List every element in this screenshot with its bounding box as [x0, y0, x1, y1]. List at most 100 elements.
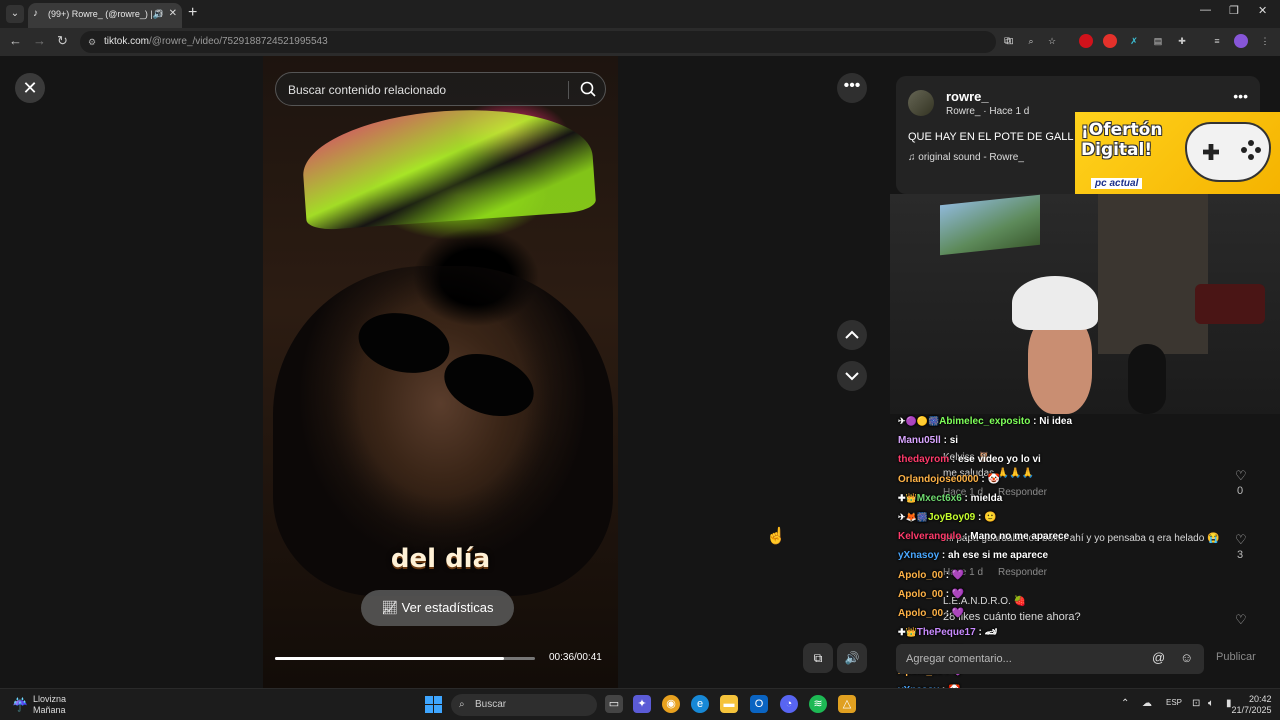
- browser-menu-icon[interactable]: ⋮: [1258, 34, 1272, 48]
- weather-widget[interactable]: Llovizna Mañana: [33, 694, 66, 716]
- related-search-input[interactable]: [288, 80, 558, 100]
- volume-icon[interactable]: 🔈︎: [1208, 698, 1214, 709]
- chat-separator: :: [949, 454, 959, 465]
- windows-start-icon[interactable]: [425, 696, 442, 713]
- address-bar[interactable]: ⚙ tiktok.com/@rowre_/video/7529188724521…: [80, 31, 1011, 53]
- close-window-icon[interactable]: ✕: [1258, 4, 1267, 17]
- back-arrow-icon[interactable]: ←: [9, 33, 22, 48]
- spotify-icon[interactable]: ≋: [809, 695, 827, 713]
- extensions-puzzle-icon[interactable]: ✚: [1175, 34, 1189, 48]
- ad-brand-logo: pc actual: [1091, 178, 1143, 189]
- volume-button[interactable]: 🔊: [837, 643, 867, 673]
- chat-message: thedayrom : ese video yo lo vi: [898, 454, 1041, 465]
- new-tab-button[interactable]: +: [188, 3, 197, 23]
- tab-close-icon[interactable]: ✕: [169, 3, 177, 25]
- chat-username[interactable]: Manu05ll: [898, 435, 941, 446]
- tab-search-menu-icon[interactable]: ⌄: [6, 5, 24, 23]
- browser-tab[interactable]: ♪ (99+) Rowre_ (@rowre_) | Ti 🔊 ✕: [28, 3, 182, 28]
- weather-rain-icon[interactable]: ☔: [12, 697, 28, 713]
- chat-text: ese video yo lo vi: [958, 454, 1041, 465]
- app-triangle-icon[interactable]: △: [838, 695, 856, 713]
- keyboard-language[interactable]: ESP: [1166, 698, 1182, 707]
- related-search-bar[interactable]: [275, 72, 606, 106]
- copilot-icon[interactable]: ✦: [633, 695, 651, 713]
- chat-username[interactable]: Apolo_00: [898, 589, 943, 600]
- search-icon[interactable]: [578, 79, 598, 99]
- chat-separator: :: [943, 589, 952, 600]
- comment-like-heart-icon[interactable]: ♡: [1235, 612, 1247, 628]
- comment-like-heart-icon[interactable]: ♡: [1235, 468, 1247, 484]
- minimize-window-icon[interactable]: —: [1200, 4, 1211, 16]
- outlook-icon[interactable]: O: [750, 695, 768, 713]
- chat-separator: :: [961, 493, 971, 504]
- chat-username[interactable]: Mxect6x6: [917, 493, 962, 504]
- reload-icon[interactable]: ↻: [57, 33, 68, 49]
- floating-player-button[interactable]: ⧉: [803, 643, 833, 673]
- view-stats-button[interactable]: 📈︎ Ver estadísticas: [361, 590, 514, 626]
- more-options-button[interactable]: •••: [837, 73, 867, 103]
- file-explorer-icon[interactable]: ▬: [720, 695, 738, 713]
- chat-text: 💜: [951, 570, 965, 581]
- comment-input-box[interactable]: @ ☺: [896, 644, 1204, 674]
- chat-username[interactable]: ThePeque17: [917, 627, 976, 638]
- extension-basket-icon[interactable]: ▤: [1151, 34, 1165, 48]
- author-avatar[interactable]: [908, 90, 934, 116]
- chat-text: Ni idea: [1039, 416, 1073, 427]
- discord-icon[interactable]: ◔: [780, 695, 798, 713]
- task-view-icon[interactable]: ▭: [605, 695, 623, 713]
- close-video-button[interactable]: ✕: [15, 73, 45, 103]
- extension-record-icon[interactable]: [1103, 34, 1117, 48]
- chat-username[interactable]: yXnasoy: [898, 550, 939, 561]
- edge-icon[interactable]: e: [691, 695, 709, 713]
- chat-username[interactable]: Apolo_00: [898, 570, 943, 581]
- webcam-microphone: [1128, 344, 1166, 414]
- chat-message: ✈🟣🟡🎆Abimelec_exposito : Ni idea: [898, 416, 1072, 427]
- taskbar-date: 21/7/2025: [1231, 705, 1272, 715]
- tab-audio-icon[interactable]: 🔊: [153, 3, 164, 25]
- emoji-icon[interactable]: ☺: [1180, 650, 1193, 665]
- chevron-up-icon: [845, 330, 859, 339]
- taskbar-clock[interactable]: 20:42 21/7/2025: [1231, 694, 1271, 716]
- chat-message: ✈🦊🎆JoyBoy09 : 🙂: [898, 512, 997, 523]
- publish-button[interactable]: Publicar: [1216, 651, 1256, 663]
- chat-username[interactable]: Kelverangulo: [898, 531, 961, 542]
- stream-ad-banner: ¡Ofertón Digital! pc actual: [1075, 112, 1280, 194]
- install-app-icon[interactable]: ⊡: [1003, 34, 1017, 48]
- comment-like-heart-icon[interactable]: ♡: [1235, 532, 1247, 548]
- post-sound[interactable]: ♫ original sound - Rowre_: [908, 152, 1024, 163]
- chat-username[interactable]: Orlandojose0000: [898, 474, 979, 485]
- extension-red-icon[interactable]: [1079, 34, 1093, 48]
- chrome-icon[interactable]: ◉: [662, 695, 680, 713]
- chat-username[interactable]: thedayrom: [898, 454, 949, 465]
- forward-arrow-icon[interactable]: →: [33, 33, 46, 48]
- reading-list-icon[interactable]: ≡: [1210, 34, 1224, 48]
- tray-chevron-up-icon[interactable]: ⌃: [1121, 698, 1129, 709]
- previous-video-button[interactable]: [837, 320, 867, 350]
- video-progress-bar[interactable]: [275, 657, 535, 660]
- chat-message: ✚👑Mxect6x6 : mielda: [898, 493, 1002, 504]
- comment-input[interactable]: [906, 650, 1146, 668]
- chat-username[interactable]: Apolo_00: [898, 608, 943, 619]
- chat-username[interactable]: Abimelec_exposito: [939, 416, 1030, 427]
- mention-icon[interactable]: @: [1152, 650, 1165, 665]
- post-more-icon[interactable]: •••: [1233, 88, 1248, 104]
- author-username[interactable]: rowre_: [946, 89, 989, 104]
- bookmark-star-icon[interactable]: ☆: [1045, 34, 1059, 48]
- comment-reply-link[interactable]: Responder: [998, 487, 1047, 498]
- taskbar-search[interactable]: ⌕ Buscar: [451, 694, 597, 716]
- tiktok-favicon-icon: ♪: [33, 8, 38, 19]
- chat-separator: :: [975, 512, 985, 523]
- profile-avatar[interactable]: [1234, 34, 1248, 48]
- music-note-icon: ♫: [908, 152, 916, 163]
- comment-like-count: 3: [1237, 549, 1244, 561]
- next-video-button[interactable]: [837, 361, 867, 391]
- comment-reply-link[interactable]: Responder: [998, 567, 1047, 578]
- restore-window-icon[interactable]: ❐: [1229, 4, 1239, 17]
- network-icon[interactable]: ⊡: [1192, 698, 1200, 709]
- onedrive-cloud-icon[interactable]: ☁: [1142, 698, 1152, 709]
- chat-username[interactable]: JoyBoy09: [928, 512, 975, 523]
- zoom-icon[interactable]: ⌕: [1024, 34, 1038, 48]
- chevron-down-icon: [845, 372, 859, 381]
- extension-translate-icon[interactable]: ✗: [1127, 34, 1141, 48]
- site-info-icon[interactable]: ⚙: [88, 31, 96, 53]
